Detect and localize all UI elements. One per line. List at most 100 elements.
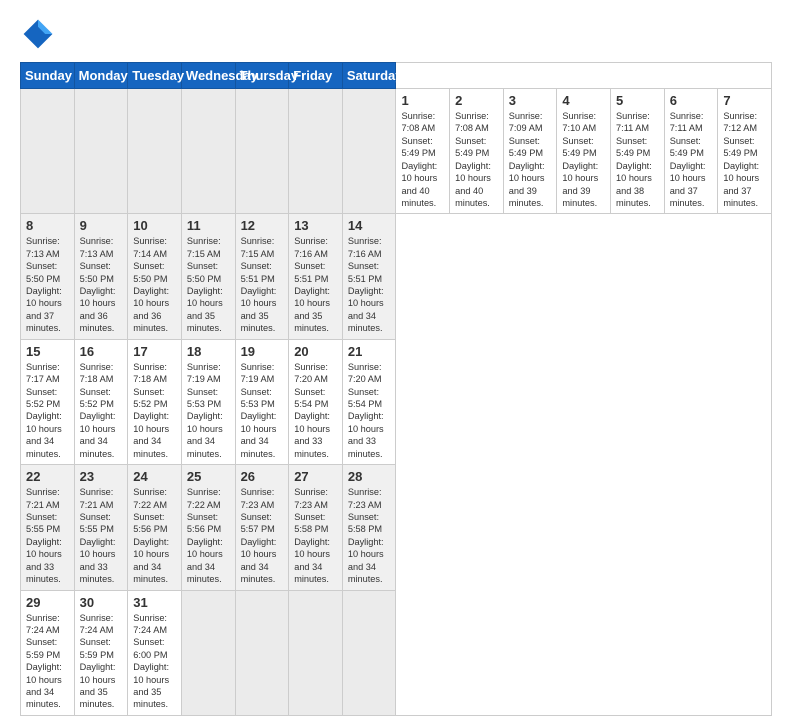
calendar-header-row: SundayMondayTuesdayWednesdayThursdayFrid… [21, 63, 772, 89]
day-info: Sunrise: 7:18 AMSunset: 5:52 PMDaylight:… [80, 361, 123, 460]
day-info: Sunrise: 7:13 AMSunset: 5:50 PMDaylight:… [26, 235, 69, 334]
day-number: 12 [241, 218, 284, 233]
calendar-cell: 24Sunrise: 7:22 AMSunset: 5:56 PMDayligh… [128, 465, 182, 590]
weekday-header-monday: Monday [74, 63, 128, 89]
calendar-cell [74, 89, 128, 214]
day-info: Sunrise: 7:09 AMSunset: 5:49 PMDaylight:… [509, 110, 552, 209]
day-info: Sunrise: 7:23 AMSunset: 5:58 PMDaylight:… [294, 486, 337, 585]
day-number: 6 [670, 93, 713, 108]
calendar-cell: 7 Sunrise: 7:12 AMSunset: 5:49 PMDaylight… [718, 89, 772, 214]
calendar-cell: 15Sunrise: 7:17 AMSunset: 5:52 PMDayligh… [21, 339, 75, 464]
calendar-cell: 6 Sunrise: 7:11 AMSunset: 5:49 PMDaylight… [664, 89, 718, 214]
day-number: 30 [80, 595, 123, 610]
calendar-week-row: 22 Sunrise: 7:21 AMSunset: 5:55 PMDayligh… [21, 465, 772, 590]
calendar-cell [128, 89, 182, 214]
calendar-cell: 11 Sunrise: 7:15 AMSunset: 5:50 PMDayligh… [181, 214, 235, 339]
day-number: 18 [187, 344, 230, 359]
calendar-cell: 8 Sunrise: 7:13 AMSunset: 5:50 PMDaylight… [21, 214, 75, 339]
calendar-cell: 17 Sunrise: 7:18 AMSunset: 5:52 PMDayligh… [128, 339, 182, 464]
day-info: Sunrise: 7:19 AMSunset: 5:53 PMDaylight:… [241, 361, 284, 460]
day-info: Sunrise: 7:22 AMSunset: 5:56 PMDaylight:… [187, 486, 230, 585]
calendar-cell [289, 89, 343, 214]
calendar-cell: 3Sunrise: 7:09 AMSunset: 5:49 PMDaylight… [503, 89, 557, 214]
day-number: 26 [241, 469, 284, 484]
day-number: 25 [187, 469, 230, 484]
day-info: Sunrise: 7:17 AMSunset: 5:52 PMDaylight:… [26, 361, 69, 460]
day-info: Sunrise: 7:19 AMSunset: 5:53 PMDaylight:… [187, 361, 230, 460]
calendar-cell: 19Sunrise: 7:19 AMSunset: 5:53 PMDayligh… [235, 339, 289, 464]
weekday-header-sunday: Sunday [21, 63, 75, 89]
day-number: 7 [723, 93, 766, 108]
day-info: Sunrise: 7:10 AMSunset: 5:49 PMDaylight:… [562, 110, 605, 209]
calendar-cell [289, 590, 343, 715]
day-number: 21 [348, 344, 391, 359]
calendar-cell [181, 89, 235, 214]
calendar-table: SundayMondayTuesdayWednesdayThursdayFrid… [20, 62, 772, 716]
day-info: Sunrise: 7:12 AMSunset: 5:49 PMDaylight:… [723, 110, 766, 209]
day-info: Sunrise: 7:24 AMSunset: 5:59 PMDaylight:… [80, 612, 123, 711]
day-number: 17 [133, 344, 176, 359]
day-info: Sunrise: 7:18 AMSunset: 5:52 PMDaylight:… [133, 361, 176, 460]
day-number: 16 [80, 344, 123, 359]
day-number: 23 [80, 469, 123, 484]
calendar-cell: 12 Sunrise: 7:15 AMSunset: 5:51 PMDayligh… [235, 214, 289, 339]
day-info: Sunrise: 7:23 AMSunset: 5:57 PMDaylight:… [241, 486, 284, 585]
calendar-cell [235, 590, 289, 715]
day-info: Sunrise: 7:08 AMSunset: 5:49 PMDaylight:… [401, 110, 444, 209]
day-number: 1 [401, 93, 444, 108]
day-info: Sunrise: 7:15 AMSunset: 5:50 PMDaylight:… [187, 235, 230, 334]
day-number: 8 [26, 218, 69, 233]
page: SundayMondayTuesdayWednesdayThursdayFrid… [0, 0, 792, 612]
day-info: Sunrise: 7:24 AMSunset: 5:59 PMDaylight:… [26, 612, 69, 711]
calendar-week-row: 15Sunrise: 7:17 AMSunset: 5:52 PMDayligh… [21, 339, 772, 464]
day-info: Sunrise: 7:22 AMSunset: 5:56 PMDaylight:… [133, 486, 176, 585]
calendar-cell: 25 Sunrise: 7:22 AMSunset: 5:56 PMDayligh… [181, 465, 235, 590]
calendar-cell: 2Sunrise: 7:08 AMSunset: 5:49 PMDaylight… [450, 89, 504, 214]
day-number: 10 [133, 218, 176, 233]
calendar-cell: 21 Sunrise: 7:20 AMSunset: 5:54 PMDayligh… [342, 339, 396, 464]
calendar-cell: 9Sunrise: 7:13 AMSunset: 5:50 PMDaylight… [74, 214, 128, 339]
weekday-header-tuesday: Tuesday [128, 63, 182, 89]
calendar-cell: 1 Sunrise: 7:08 AMSunset: 5:49 PMDaylight… [396, 89, 450, 214]
calendar-cell: 20 Sunrise: 7:20 AMSunset: 5:54 PMDayligh… [289, 339, 343, 464]
calendar-cell: 30 Sunrise: 7:24 AMSunset: 5:59 PMDayligh… [74, 590, 128, 715]
calendar-week-row: 1 Sunrise: 7:08 AMSunset: 5:49 PMDaylight… [21, 89, 772, 214]
day-info: Sunrise: 7:20 AMSunset: 5:54 PMDaylight:… [294, 361, 337, 460]
calendar-week-row: 29 Sunrise: 7:24 AMSunset: 5:59 PMDayligh… [21, 590, 772, 715]
day-number: 28 [348, 469, 391, 484]
calendar-cell: 5Sunrise: 7:11 AMSunset: 5:49 PMDaylight… [611, 89, 665, 214]
calendar-cell: 29 Sunrise: 7:24 AMSunset: 5:59 PMDayligh… [21, 590, 75, 715]
day-info: Sunrise: 7:24 AMSunset: 6:00 PMDaylight:… [133, 612, 176, 711]
calendar-cell [235, 89, 289, 214]
weekday-header-friday: Friday [289, 63, 343, 89]
day-info: Sunrise: 7:11 AMSunset: 5:49 PMDaylight:… [670, 110, 713, 209]
calendar-cell [21, 89, 75, 214]
day-info: Sunrise: 7:20 AMSunset: 5:54 PMDaylight:… [348, 361, 391, 460]
calendar-cell: 23Sunrise: 7:21 AMSunset: 5:55 PMDayligh… [74, 465, 128, 590]
day-info: Sunrise: 7:11 AMSunset: 5:49 PMDaylight:… [616, 110, 659, 209]
day-number: 13 [294, 218, 337, 233]
calendar-cell: 18 Sunrise: 7:19 AMSunset: 5:53 PMDayligh… [181, 339, 235, 464]
logo-icon [20, 16, 56, 52]
day-number: 14 [348, 218, 391, 233]
day-info: Sunrise: 7:14 AMSunset: 5:50 PMDaylight:… [133, 235, 176, 334]
day-number: 11 [187, 218, 230, 233]
weekday-header-wednesday: Wednesday [181, 63, 235, 89]
day-info: Sunrise: 7:21 AMSunset: 5:55 PMDaylight:… [26, 486, 69, 585]
day-info: Sunrise: 7:13 AMSunset: 5:50 PMDaylight:… [80, 235, 123, 334]
day-number: 29 [26, 595, 69, 610]
calendar-cell: 22 Sunrise: 7:21 AMSunset: 5:55 PMDayligh… [21, 465, 75, 590]
calendar-cell: 13Sunrise: 7:16 AMSunset: 5:51 PMDayligh… [289, 214, 343, 339]
day-number: 31 [133, 595, 176, 610]
day-number: 22 [26, 469, 69, 484]
calendar-cell: 10 Sunrise: 7:14 AMSunset: 5:50 PMDayligh… [128, 214, 182, 339]
day-number: 4 [562, 93, 605, 108]
calendar-cell: 31 Sunrise: 7:24 AMSunset: 6:00 PMDayligh… [128, 590, 182, 715]
day-info: Sunrise: 7:08 AMSunset: 5:49 PMDaylight:… [455, 110, 498, 209]
calendar-cell: 27 Sunrise: 7:23 AMSunset: 5:58 PMDayligh… [289, 465, 343, 590]
day-number: 20 [294, 344, 337, 359]
day-info: Sunrise: 7:15 AMSunset: 5:51 PMDaylight:… [241, 235, 284, 334]
day-number: 27 [294, 469, 337, 484]
calendar-week-row: 8 Sunrise: 7:13 AMSunset: 5:50 PMDaylight… [21, 214, 772, 339]
calendar-cell [342, 590, 396, 715]
